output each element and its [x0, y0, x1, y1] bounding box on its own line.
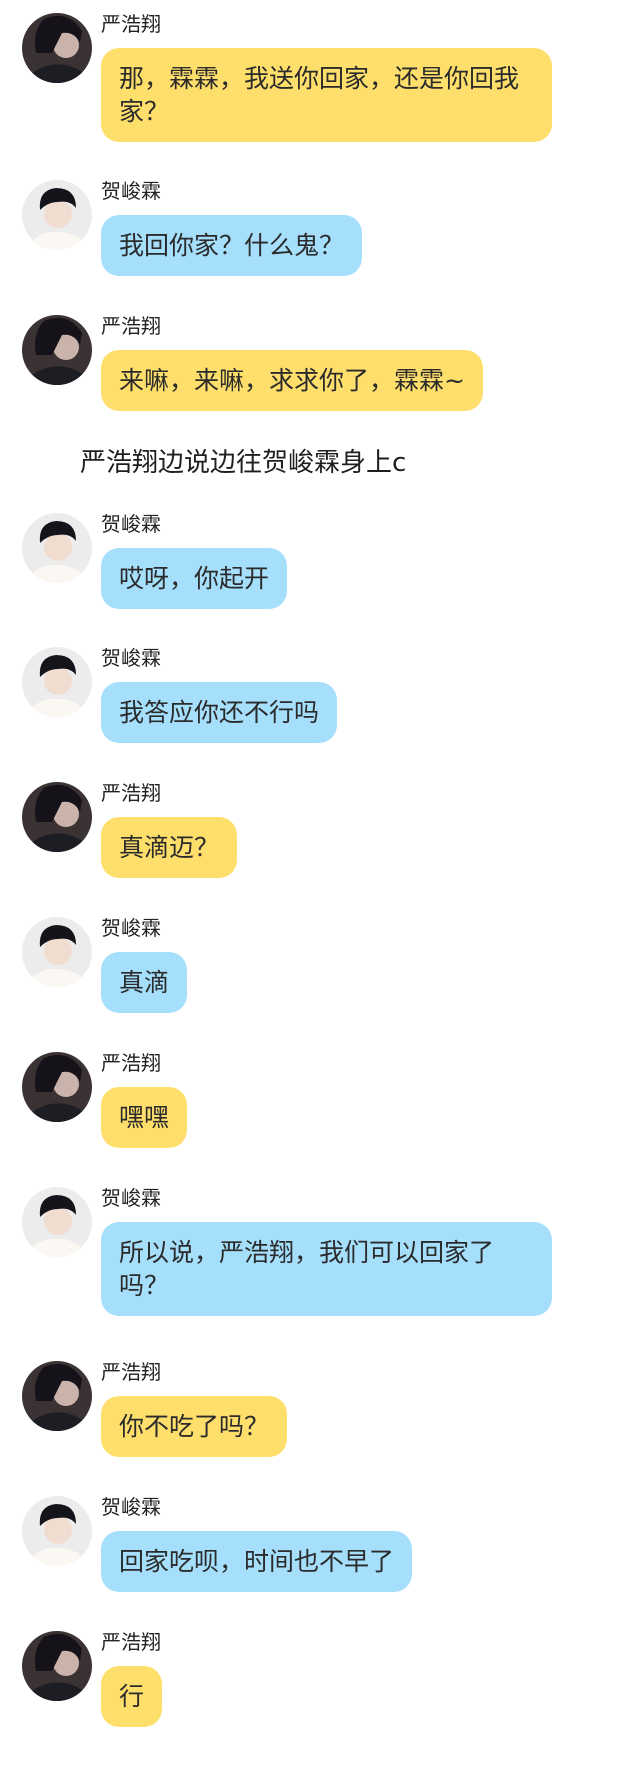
dark-hair-profile-avatar-icon[interactable]	[22, 315, 92, 385]
sender-name: 贺峻霖	[101, 179, 161, 203]
message-row: 严浩翔 嘿嘿	[0, 1039, 640, 1154]
sender-name: 严浩翔	[101, 1360, 161, 1384]
sender-name: 严浩翔	[101, 1051, 161, 1075]
dark-hair-profile-avatar-icon[interactable]	[22, 782, 92, 852]
sender-name: 严浩翔	[101, 1630, 161, 1654]
light-sweater-avatar-icon[interactable]	[22, 1187, 92, 1257]
message-row: 严浩翔 来嘛，来嘛，求求你了，霖霖~	[0, 302, 640, 417]
message-row: 严浩翔 行	[0, 1618, 640, 1733]
sender-name: 贺峻霖	[101, 1495, 161, 1519]
message-bubble: 你不吃了吗？	[101, 1396, 288, 1457]
sender-name: 严浩翔	[101, 12, 161, 36]
message-bubble: 哎呀，你起开	[101, 548, 288, 609]
message-bubble: 来嘛，来嘛，求求你了，霖霖~	[101, 350, 483, 411]
message-row: 贺峻霖 真滴	[0, 904, 640, 1019]
message-row: 严浩翔 你不吃了吗？	[0, 1348, 640, 1463]
dark-hair-profile-avatar-icon[interactable]	[22, 1631, 92, 1701]
sender-name: 严浩翔	[101, 314, 161, 338]
message-row: 贺峻霖 我回你家？什么鬼？	[0, 167, 640, 282]
message-row: 贺峻霖 我答应你还不行吗	[0, 634, 640, 749]
sender-name: 贺峻霖	[101, 916, 161, 940]
message-bubble: 真滴	[101, 952, 188, 1013]
message-bubble: 我回你家？什么鬼？	[101, 215, 363, 276]
message-row: 贺峻霖 所以说，严浩翔，我们可以回家了吗？	[0, 1174, 640, 1329]
message-bubble: 行	[101, 1666, 163, 1727]
sender-name: 贺峻霖	[101, 646, 161, 670]
message-bubble: 那，霖霖，我送你回家，还是你回我家？	[101, 48, 552, 142]
sender-name: 贺峻霖	[101, 512, 161, 536]
message-row: 严浩翔 那，霖霖，我送你回家，还是你回我家？	[0, 0, 640, 155]
light-sweater-avatar-icon[interactable]	[22, 1496, 92, 1566]
light-sweater-avatar-icon[interactable]	[22, 647, 92, 717]
message-row: 贺峻霖 哎呀，你起开	[0, 500, 640, 615]
light-sweater-avatar-icon[interactable]	[22, 513, 92, 583]
message-bubble: 真滴迈？	[101, 817, 238, 878]
message-bubble: 所以说，严浩翔，我们可以回家了吗？	[101, 1222, 552, 1316]
dark-hair-profile-avatar-icon[interactable]	[22, 1361, 92, 1431]
dark-hair-profile-avatar-icon[interactable]	[22, 1052, 92, 1122]
dark-hair-profile-avatar-icon[interactable]	[22, 13, 92, 83]
narration-text: 严浩翔边说边往贺峻霖身上c	[80, 448, 407, 478]
message-bubble: 回家吃呗，时间也不早了	[101, 1531, 413, 1592]
message-bubble: 嘿嘿	[101, 1087, 188, 1148]
message-row: 严浩翔 真滴迈？	[0, 769, 640, 884]
sender-name: 贺峻霖	[101, 1186, 161, 1210]
sender-name: 严浩翔	[101, 781, 161, 805]
message-bubble: 我答应你还不行吗	[101, 682, 338, 743]
chat-transcript: 严浩翔 那，霖霖，我送你回家，还是你回我家？ 贺峻霖 我回你家？什么鬼？ 严浩翔…	[0, 0, 640, 1785]
light-sweater-avatar-icon[interactable]	[22, 180, 92, 250]
light-sweater-avatar-icon[interactable]	[22, 917, 92, 987]
message-row: 贺峻霖 回家吃呗，时间也不早了	[0, 1483, 640, 1598]
